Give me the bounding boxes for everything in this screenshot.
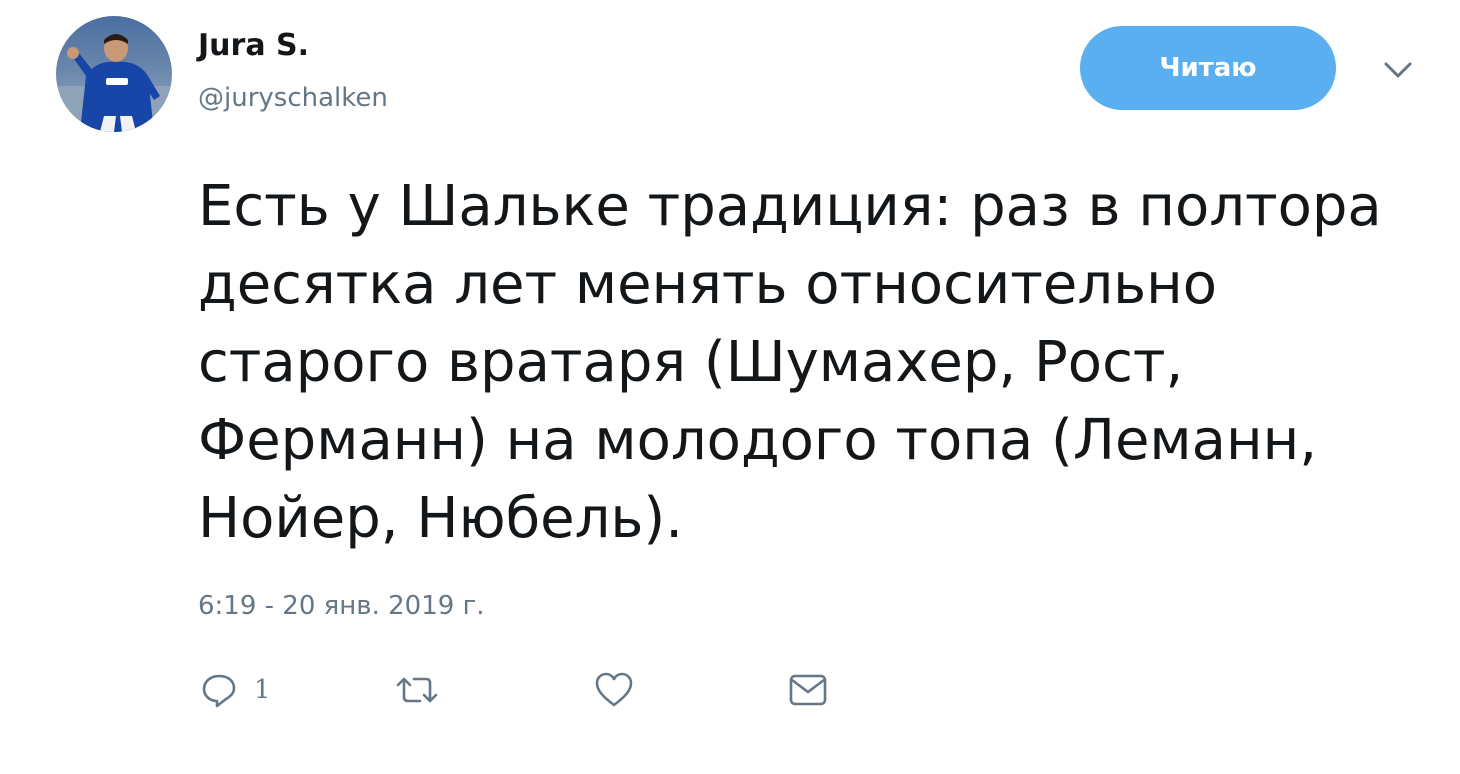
tweet-timestamp[interactable]: 6:19 - 20 янв. 2019 г. (198, 586, 485, 626)
reply-icon (200, 671, 238, 709)
reply-count: 1 (254, 675, 271, 705)
tweet-text-line: Нойер, Нюбель). (198, 486, 684, 551)
avatar-image (56, 16, 172, 132)
avatar[interactable] (56, 16, 172, 132)
display-name[interactable]: Jura S. (198, 26, 309, 66)
tweet-text: Есть у Шальке традиция: раз в полтора де… (198, 168, 1428, 558)
retweet-icon (394, 671, 440, 709)
user-handle[interactable]: @juryschalken (198, 80, 388, 116)
direct-message-button[interactable] (788, 664, 828, 716)
tweet-card: Jura S. @juryschalken Читаю Есть у Шальк… (0, 0, 1460, 774)
tweet-actions: 1 (0, 664, 1460, 716)
heart-icon (594, 671, 634, 709)
reply-button[interactable]: 1 (200, 664, 271, 716)
retweet-button[interactable] (394, 664, 440, 716)
tweet-text-line: десятка лет менять относительно (198, 252, 1217, 317)
envelope-icon (788, 671, 828, 709)
like-button[interactable] (594, 664, 634, 716)
chevron-down-icon[interactable] (1380, 54, 1416, 86)
tweet-text-line: старого вратаря (Шумахер, Рост, (198, 330, 1184, 395)
tweet-text-line: Ферманн) на молодого топа (Леманн, (198, 408, 1318, 473)
following-button[interactable]: Читаю (1080, 26, 1336, 110)
tweet-text-line: Есть у Шальке традиция: раз в полтора (198, 174, 1382, 239)
